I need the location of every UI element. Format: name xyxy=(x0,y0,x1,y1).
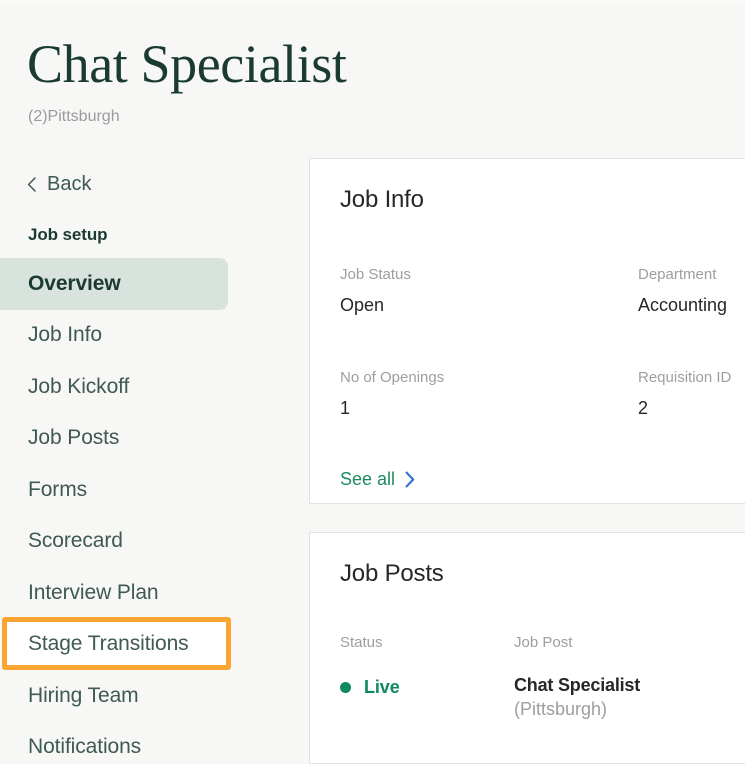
sidebar-item-overview[interactable]: Overview xyxy=(0,258,228,310)
field-label: Department xyxy=(638,266,717,283)
sidebar-item-label: Hiring Team xyxy=(28,683,139,707)
column-header-job-post: Job Post xyxy=(514,634,573,651)
see-all-link[interactable]: See all xyxy=(340,467,415,491)
sidebar-item-label: Scorecard xyxy=(28,529,123,553)
sidebar-item-forms[interactable]: Forms xyxy=(0,464,300,516)
sidebar-section-job-setup: Job setup xyxy=(28,225,108,244)
sidebar-item-job-posts[interactable]: Job Posts xyxy=(0,413,300,465)
job-post-location: (Pittsburgh) xyxy=(514,699,608,719)
column-header-status: Status xyxy=(340,634,383,651)
sidebar-item-label: Overview xyxy=(28,271,121,295)
page-subtitle: (2)Pittsburgh xyxy=(28,108,120,125)
page-title: Chat Specialist xyxy=(27,34,347,94)
sidebar-item-scorecard[interactable]: Scorecard xyxy=(0,516,300,568)
field-no-of-openings: No of Openings 1 xyxy=(340,368,444,420)
job-overview-page: Chat Specialist (2)Pittsburgh Back Job s… xyxy=(0,0,745,764)
chevron-right-icon xyxy=(405,471,415,488)
field-label: Job Status xyxy=(340,266,411,283)
sidebar-item-job-info[interactable]: Job Info xyxy=(0,310,300,362)
sidebar-item-label: Notifications xyxy=(28,735,142,759)
field-value: Accounting xyxy=(638,295,728,315)
sidebar-item-label: Job Info xyxy=(28,323,102,347)
top-strip xyxy=(0,0,745,4)
job-info-card: Job Info Job Status Open Department Acco… xyxy=(309,158,745,504)
field-requisition-id: Requisition ID 2 xyxy=(638,368,731,420)
field-value: Open xyxy=(340,295,385,315)
sidebar-item-label: Job Kickoff xyxy=(28,374,130,398)
field-value: 2 xyxy=(638,398,649,418)
chevron-left-icon xyxy=(27,176,36,192)
sidebar-item-interview-plan[interactable]: Interview Plan xyxy=(0,567,300,619)
sidebar-item-stage-transitions[interactable]: Stage Transitions xyxy=(28,631,189,657)
status-label: Live xyxy=(364,677,400,697)
field-department: Department Accounting xyxy=(638,265,727,317)
field-label: Requisition ID xyxy=(638,369,732,386)
job-post-name: Chat Specialist xyxy=(514,675,641,695)
field-job-status: Job Status Open xyxy=(340,265,411,317)
job-post-cell[interactable]: Chat Specialist (Pittsburgh) xyxy=(514,673,640,721)
sidebar-item-label: Job Posts xyxy=(28,426,120,450)
sidebar-item-hiring-team[interactable]: Hiring Team xyxy=(0,670,300,722)
sidebar-item-notifications[interactable]: Notifications xyxy=(0,722,300,764)
back-link[interactable]: Back xyxy=(27,172,91,196)
job-posts-card-title: Job Posts xyxy=(340,560,444,587)
status-badge: Live xyxy=(340,675,400,699)
sidebar-item-job-kickoff[interactable]: Job Kickoff xyxy=(0,361,300,413)
job-posts-table-header: Status Job Post xyxy=(310,633,745,653)
sidebar-item-label: Interview Plan xyxy=(28,580,159,604)
sidebar-item-label: Forms xyxy=(28,477,87,501)
sidebar: Back Job setup Overview Job Info Job Kic… xyxy=(0,150,300,764)
field-value: 1 xyxy=(340,398,351,418)
back-label: Back xyxy=(47,173,92,195)
sidebar-nav-list: Overview Job Info Job Kickoff Job Posts … xyxy=(0,258,300,764)
job-posts-card: Job Posts Status Job Post Live Chat Spec… xyxy=(309,532,745,764)
see-all-label: See all xyxy=(340,469,396,489)
main-content: Job Info Job Status Open Department Acco… xyxy=(309,150,745,764)
job-info-card-title: Job Info xyxy=(340,186,424,213)
status-dot-icon xyxy=(340,681,351,693)
field-label: No of Openings xyxy=(340,369,445,386)
